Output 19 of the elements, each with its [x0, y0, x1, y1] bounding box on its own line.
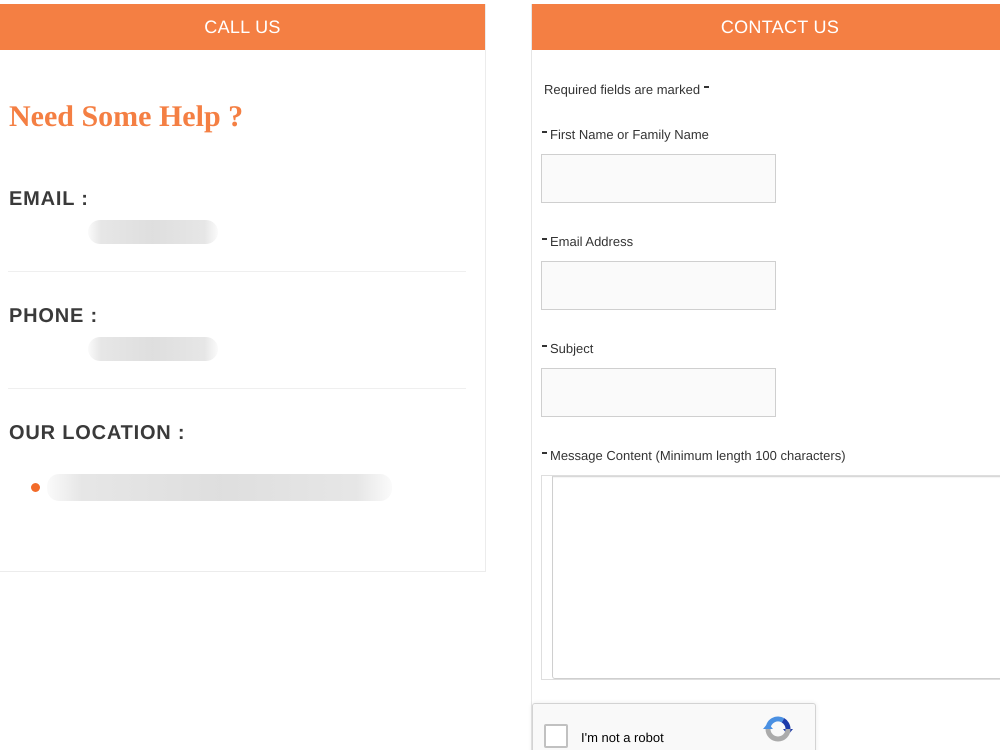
text-input-field[interactable] [541, 261, 776, 310]
circular-arrows-icon [763, 714, 793, 744]
contact-label: EMAIL : [9, 187, 89, 211]
captcha-label: I'm not a robot [581, 730, 664, 746]
field-label: First Name or Family Name [550, 127, 709, 143]
message-field[interactable] [552, 476, 1000, 679]
contact-label: OUR LOCATION : [9, 421, 186, 445]
contact-label: PHONE : [9, 304, 98, 328]
captcha-checkbox[interactable] [544, 724, 568, 748]
text-input-field[interactable] [541, 154, 776, 203]
help-heading: Need Some Help ? [9, 99, 244, 135]
panel-header: CALL US [0, 4, 485, 50]
bullet-dot-icon [31, 483, 40, 492]
field-label: Subject [550, 341, 594, 357]
required-note: Required fields are marked [544, 82, 700, 98]
field-label: Email Address [550, 234, 634, 250]
panel-header: CONTACT US [532, 4, 1000, 50]
field-label: Message Content (Minimum length 100 characters) [550, 448, 846, 464]
text-input-field[interactable] [541, 368, 776, 417]
